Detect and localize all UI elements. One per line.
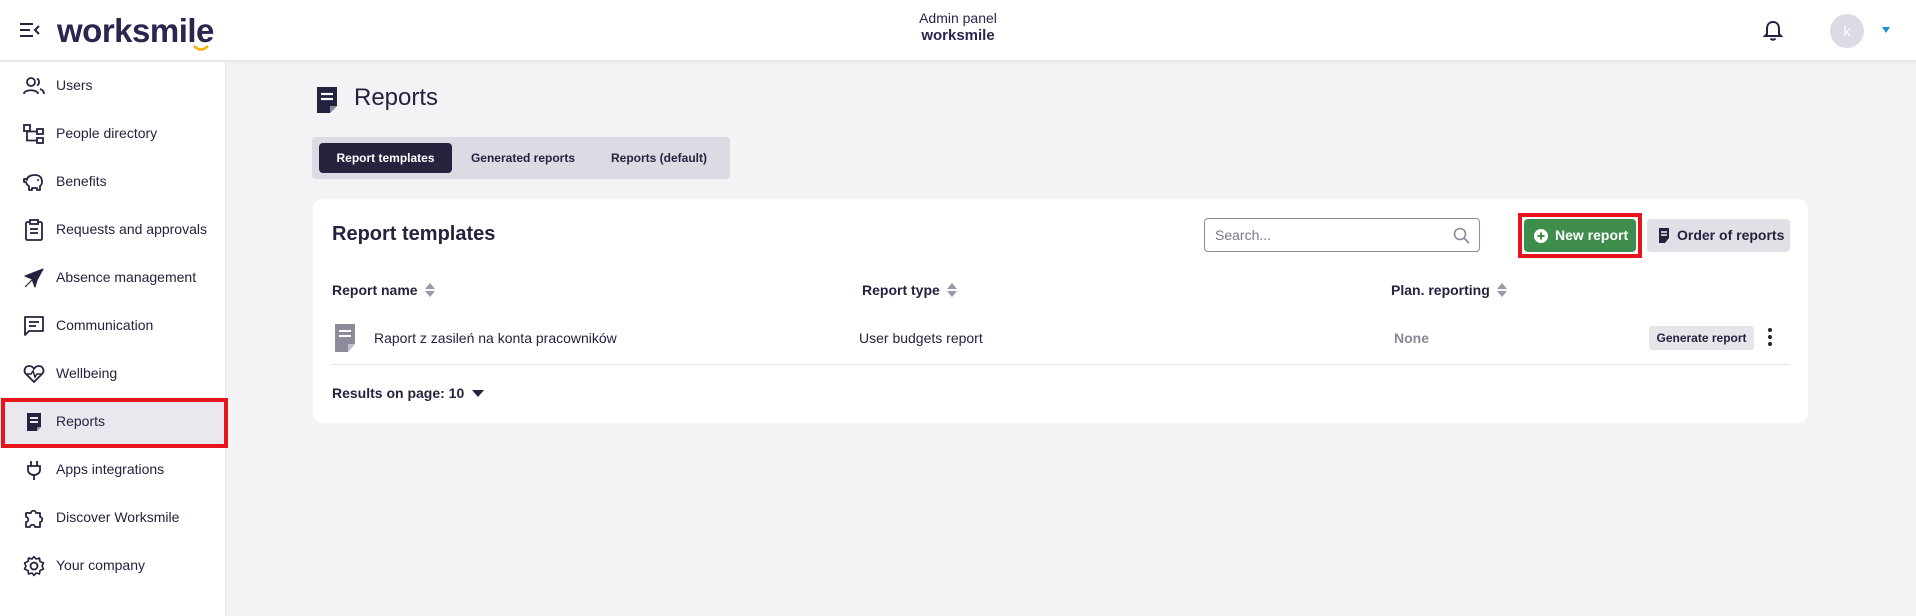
order-of-reports-label: Order of reports (1677, 227, 1785, 243)
sidebar-item-communication[interactable]: Communication (0, 304, 226, 348)
users-icon (23, 77, 45, 95)
search-input[interactable] (1215, 225, 1435, 245)
heart-pulse-icon (23, 365, 45, 383)
report-templates-card: Report templates New report Order of rep… (313, 199, 1808, 423)
tab-generated-reports[interactable]: Generated reports (456, 143, 590, 173)
column-header-plan-reporting[interactable]: Plan. reporting (1391, 282, 1508, 298)
tab-report-templates[interactable]: Report templates (319, 143, 452, 173)
org-chart-icon (23, 124, 44, 144)
top-header: worksmile Admin panel worksmile k (0, 0, 1916, 61)
report-type-cell: User budgets report (859, 330, 983, 346)
new-report-label: New report (1555, 227, 1629, 243)
card-title: Report templates (332, 223, 496, 245)
gear-icon (23, 555, 45, 577)
tab-reports-default[interactable]: Reports (default) (594, 143, 724, 173)
plug-icon (27, 461, 41, 480)
row-divider (332, 364, 1790, 365)
more-options-icon[interactable] (1764, 326, 1776, 348)
puzzle-icon (25, 509, 44, 528)
reports-page-icon (317, 87, 337, 113)
sidebar-item-apps-integrations[interactable]: Apps integrations (0, 448, 226, 492)
message-icon (24, 316, 44, 336)
sidebar-item-benefits[interactable]: Benefits (0, 160, 226, 204)
admin-panel-label: Admin panel worksmile (0, 10, 1916, 45)
user-menu-chevron-down-icon[interactable] (1882, 27, 1890, 33)
notification-bell-icon[interactable] (1762, 20, 1784, 42)
sidebar-item-label: Apps integrations (56, 461, 165, 477)
sidebar-item-people-directory[interactable]: People directory (0, 112, 226, 156)
sidebar-item-absence-management[interactable]: Absence management (0, 256, 226, 300)
airplane-icon (24, 268, 44, 288)
sidebar-item-label: Wellbeing (56, 365, 118, 381)
column-label: Report name (332, 282, 418, 298)
column-label: Report type (862, 282, 940, 298)
sidebar-item-label: Absence management (56, 269, 197, 285)
logo-smile-icon (193, 45, 209, 51)
order-of-reports-button[interactable]: Order of reports (1647, 219, 1790, 252)
piggy-bank-icon (23, 174, 43, 191)
sidebar-item-label: Communication (56, 317, 154, 333)
search-icon[interactable] (1453, 227, 1470, 244)
report-template-icon (335, 324, 355, 352)
sidebar-item-reports[interactable]: Reports (0, 400, 226, 444)
sidebar-item-users[interactable]: Users (0, 64, 226, 108)
sort-icon (946, 283, 957, 297)
page-title: Reports (354, 84, 439, 111)
sidebar-item-label: Requests and approvals (56, 221, 207, 237)
plus-circle-icon (1534, 229, 1548, 243)
sidebar-item-label: Your company (56, 557, 145, 573)
results-per-page-label: Results on page: 10 (332, 385, 465, 401)
search-field[interactable] (1204, 218, 1480, 252)
sidebar-item-label: Benefits (56, 173, 107, 189)
sidebar-item-label: Reports (56, 413, 106, 429)
plan-reporting-cell: None (1394, 330, 1429, 346)
sort-icon (424, 283, 435, 297)
column-header-report-type[interactable]: Report type (862, 282, 958, 298)
clipboard-icon (25, 219, 43, 241)
user-avatar[interactable]: k (1830, 14, 1864, 48)
admin-panel-brand: worksmile (921, 27, 995, 44)
report-icon (27, 413, 41, 431)
new-report-button[interactable]: New report (1524, 219, 1636, 252)
report-icon (1659, 228, 1669, 243)
sidebar-item-label: People directory (56, 125, 158, 141)
sidebar: Users People directory Benefits Requests… (0, 62, 226, 616)
chevron-down-icon (472, 389, 485, 397)
sidebar-item-label: Discover Worksmile (56, 509, 180, 525)
column-header-report-name[interactable]: Report name (332, 282, 436, 298)
report-tabs: Report templates Generated reports Repor… (312, 137, 730, 179)
sidebar-item-wellbeing[interactable]: Wellbeing (0, 352, 226, 396)
generate-report-button[interactable]: Generate report (1649, 326, 1754, 350)
column-label: Plan. reporting (1391, 282, 1490, 298)
sidebar-item-your-company[interactable]: Your company (0, 544, 226, 588)
sidebar-item-requests-and-approvals[interactable]: Requests and approvals (0, 208, 226, 252)
sidebar-item-discover-worksmile[interactable]: Discover Worksmile (0, 496, 226, 540)
sidebar-item-label: Users (56, 77, 93, 93)
report-name-cell[interactable]: Raport z zasileń na konta pracowników (374, 330, 617, 346)
admin-panel-title: Admin panel (919, 10, 997, 26)
results-per-page-selector[interactable]: Results on page: 10 (332, 385, 485, 401)
sort-icon (1496, 283, 1507, 297)
